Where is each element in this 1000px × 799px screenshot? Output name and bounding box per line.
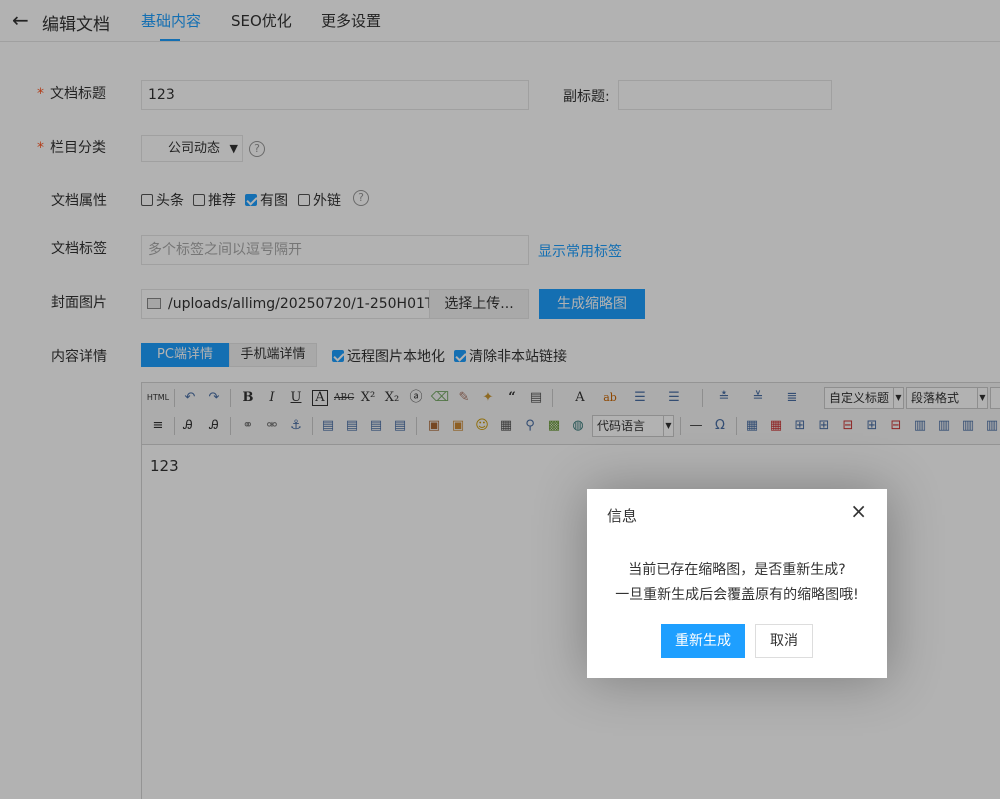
regenerate-button[interactable]: 重新生成 — [661, 624, 745, 658]
cancel-button[interactable]: 取消 — [755, 624, 813, 658]
modal-overlay[interactable] — [0, 0, 1000, 799]
close-icon[interactable]: × — [850, 499, 867, 523]
dialog-message-line2: 一旦重新生成后会覆盖原有的缩略图哦! — [615, 587, 859, 603]
dialog-message-line1: 当前已存在缩略图，是否重新生成? — [628, 562, 846, 578]
dialog-title: 信息 — [607, 507, 638, 525]
confirm-dialog: 信息 × 当前已存在缩略图，是否重新生成? 一旦重新生成后会覆盖原有的缩略图哦!… — [587, 489, 887, 678]
